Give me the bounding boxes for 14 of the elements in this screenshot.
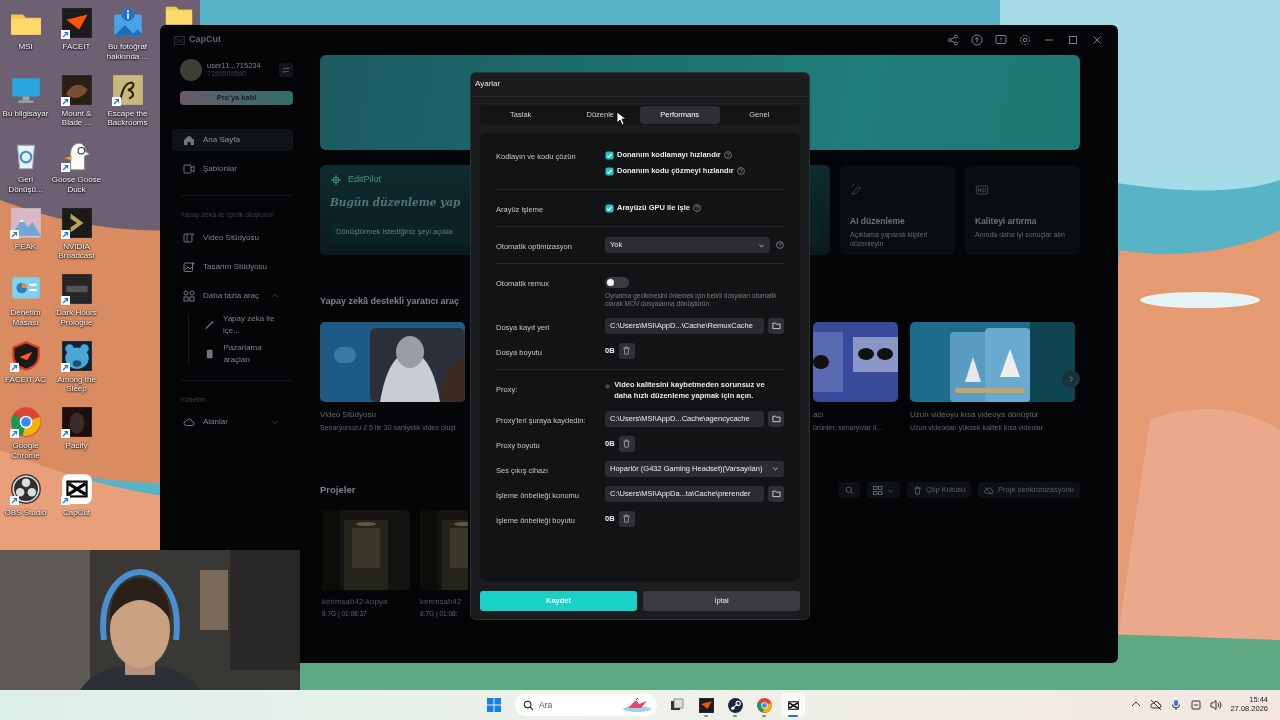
volume-icon[interactable] — [1210, 699, 1223, 711]
taskbar-app[interactable] — [781, 693, 805, 717]
search-icon — [523, 700, 534, 711]
task-view-icon — [670, 698, 684, 712]
search-field[interactable]: Ara — [515, 694, 657, 716]
network-icon[interactable] — [1190, 699, 1203, 711]
browser-icon — [755, 696, 773, 714]
bird-icon — [622, 697, 652, 713]
microphone-icon[interactable] — [1170, 699, 1183, 711]
app-logo-icon — [784, 696, 802, 714]
windows-icon — [486, 697, 502, 713]
circle-logo-icon — [726, 696, 744, 714]
cloud-off-icon[interactable] — [1150, 699, 1163, 711]
arrow-tile-icon — [697, 696, 715, 714]
